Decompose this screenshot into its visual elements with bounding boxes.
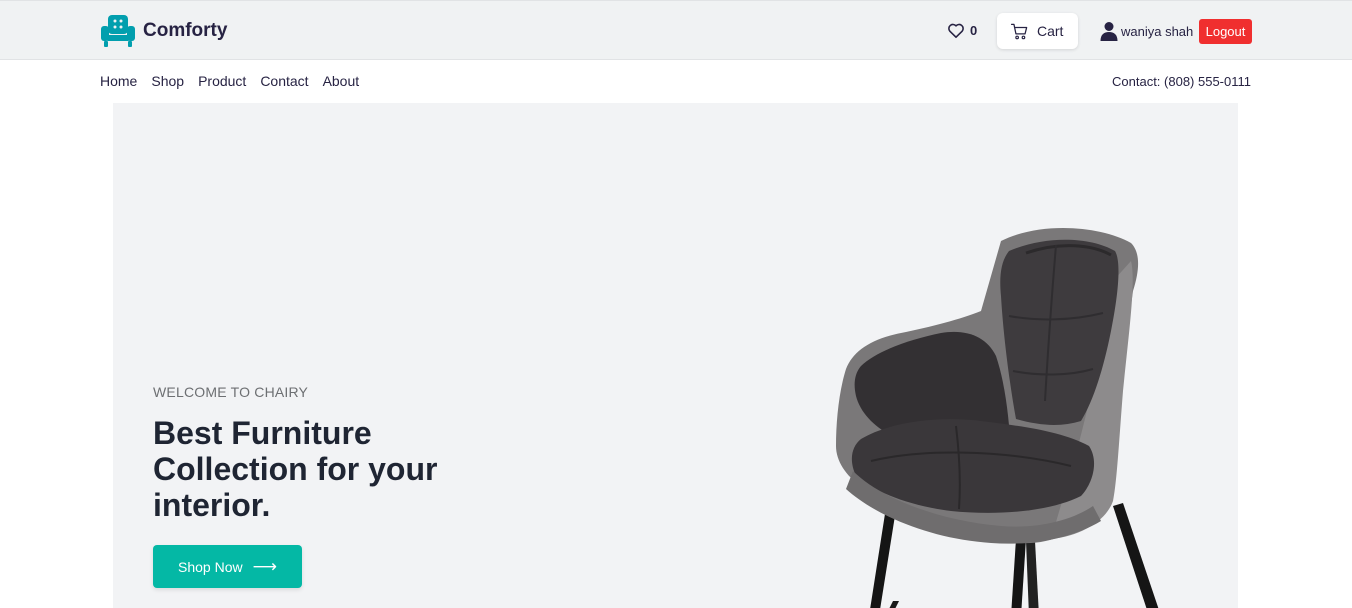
cart-icon	[1010, 23, 1028, 39]
cart-button[interactable]: Cart	[997, 13, 1078, 49]
wishlist-button[interactable]: 0	[946, 21, 977, 40]
user-name: waniya shah	[1121, 23, 1194, 39]
top-bar: Comforty 0 Cart waniya shah Logout	[0, 0, 1352, 60]
user-icon	[1100, 22, 1118, 41]
main-nav: Home Shop Product Contact About	[100, 73, 359, 89]
wishlist-count: 0	[970, 23, 978, 38]
cart-label: Cart	[1037, 23, 1064, 39]
contact-info: Contact: (808) 555-0111	[1112, 74, 1251, 89]
nav-home[interactable]: Home	[100, 73, 137, 89]
armchair-icon	[101, 15, 135, 47]
arrow-right-icon: ⟶	[252, 557, 277, 576]
armchair-product-image	[836, 228, 1159, 608]
shop-now-label: Shop Now	[178, 558, 243, 575]
shop-now-button[interactable]: Shop Now ⟶	[153, 545, 302, 588]
hero-banner: WELCOME TO CHAIRY Best Furniture Collect…	[113, 103, 1238, 608]
brand-logo[interactable]: Comforty	[100, 13, 227, 48]
nav-product[interactable]: Product	[198, 73, 246, 89]
nav-contact[interactable]: Contact	[260, 73, 308, 89]
logout-button[interactable]: Logout	[1199, 19, 1252, 44]
user-menu[interactable]: waniya shah	[1100, 21, 1193, 41]
hero-eyebrow: WELCOME TO CHAIRY	[153, 384, 309, 400]
brand-name: Comforty	[143, 19, 228, 41]
hero-headline: Best Furniture Collection for your inter…	[153, 415, 438, 523]
nav-shop[interactable]: Shop	[151, 73, 184, 89]
heart-icon	[948, 23, 964, 39]
nav-about[interactable]: About	[323, 73, 360, 89]
